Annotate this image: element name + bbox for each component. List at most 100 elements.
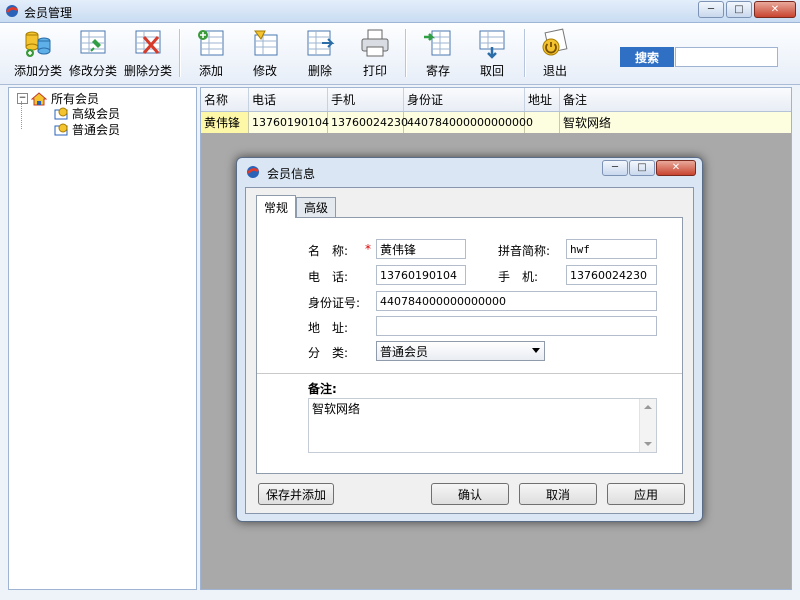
column-header-note[interactable]: 备注 bbox=[560, 88, 791, 111]
ok-button[interactable]: 确认 bbox=[431, 483, 509, 505]
pinyin-label: 拼音简称: bbox=[498, 244, 551, 258]
main-window: 会员管理 ─ □ ✕ 添加分类 修改分类 删除分类 添加 修改 删除 打印 寄存… bbox=[0, 0, 800, 600]
tree-item-label: 高级会员 bbox=[72, 107, 121, 121]
delete-label: 删除 bbox=[307, 64, 332, 78]
name-label: 名 称: bbox=[308, 244, 349, 258]
add-record-icon bbox=[198, 30, 224, 56]
dialog-title-bar: 会员信息 ─ □ ✕ bbox=[237, 158, 702, 185]
required-marker: * bbox=[365, 242, 371, 256]
add-button[interactable]: 添加 bbox=[196, 27, 226, 81]
minimize-icon: ─ bbox=[707, 3, 715, 15]
maximize-icon: □ bbox=[734, 3, 744, 15]
delete-button[interactable]: 删除 bbox=[305, 27, 335, 81]
save-and-add-button[interactable]: 保存并添加 bbox=[258, 483, 334, 505]
home-icon bbox=[31, 91, 47, 105]
app-logo-icon bbox=[6, 5, 18, 17]
note-scrollbar[interactable] bbox=[639, 399, 656, 452]
table-cell: 13760190104 bbox=[249, 112, 329, 133]
member-info-dialog: 会员信息 ─ □ ✕ 常规 高级 名 称: * 黄伟锋 拼音简称: hwf 电 … bbox=[236, 157, 703, 522]
retrieve-label: 取回 bbox=[479, 64, 504, 78]
close-icon: ✕ bbox=[770, 3, 780, 15]
dialog-tabs: 常规 高级 bbox=[256, 195, 337, 218]
table-cell: 黄伟锋 bbox=[201, 112, 249, 133]
maximize-button[interactable]: □ bbox=[726, 1, 752, 18]
search-input[interactable] bbox=[675, 47, 778, 67]
exit-icon bbox=[542, 28, 568, 56]
cancel-button[interactable]: 取消 bbox=[519, 483, 597, 505]
add-label: 添加 bbox=[198, 64, 223, 78]
edit-category-label: 修改分类 bbox=[69, 64, 118, 78]
add-category-label: 添加分类 bbox=[14, 64, 63, 78]
edit-button[interactable]: 修改 bbox=[250, 27, 280, 81]
dialog-close-button[interactable]: ✕ bbox=[656, 160, 696, 176]
chevron-down-icon bbox=[532, 348, 540, 353]
tree-item-premium[interactable]: 高级会员 bbox=[54, 105, 120, 122]
note-text: 智软网络 bbox=[312, 402, 361, 416]
category-select[interactable]: 普通会员 bbox=[376, 341, 545, 361]
tab-advanced[interactable]: 高级 bbox=[296, 197, 337, 217]
idcard-field[interactable]: 440784000000000000 bbox=[376, 291, 657, 311]
dialog-maximize-button[interactable]: □ bbox=[629, 160, 655, 176]
title-bar: 会员管理 ─ □ ✕ bbox=[0, 0, 800, 23]
column-header-mobile[interactable]: 手机 bbox=[328, 88, 404, 111]
delete-category-button[interactable]: 删除分类 bbox=[124, 27, 172, 81]
table-row[interactable]: 黄伟锋 13760190104 13760024230 440784000000… bbox=[201, 112, 791, 133]
category-select-value: 普通会员 bbox=[380, 344, 429, 359]
address-label: 地 址: bbox=[308, 321, 349, 335]
table-cell: 智软网络 bbox=[563, 116, 612, 130]
dialog-minimize-button[interactable]: ─ bbox=[602, 160, 628, 176]
delete-category-icon bbox=[135, 30, 161, 54]
delete-record-icon bbox=[307, 30, 335, 56]
scroll-down-icon[interactable] bbox=[644, 442, 652, 446]
mobile-label: 手 机: bbox=[498, 270, 539, 284]
deposit-button[interactable]: 寄存 bbox=[423, 27, 453, 81]
column-header-name[interactable]: 名称 bbox=[201, 88, 249, 111]
print-label: 打印 bbox=[362, 64, 387, 78]
member-group-icon bbox=[54, 107, 68, 119]
deposit-icon bbox=[424, 30, 451, 56]
member-group-icon bbox=[54, 123, 68, 135]
column-header-idcard[interactable]: 身份证 bbox=[404, 88, 525, 111]
tree-item-label: 普通会员 bbox=[72, 123, 121, 137]
dialog-title: 会员信息 bbox=[267, 167, 316, 181]
name-field[interactable]: 黄伟锋 bbox=[376, 239, 466, 259]
tree-line bbox=[21, 101, 23, 129]
close-button[interactable]: ✕ bbox=[754, 1, 796, 18]
retrieve-button[interactable]: 取回 bbox=[477, 27, 507, 81]
tree-item-regular[interactable]: 普通会员 bbox=[54, 121, 120, 138]
member-category-tree: − 所有会员 高级会员 普通会员 bbox=[8, 87, 197, 590]
minimize-icon: ─ bbox=[611, 162, 619, 173]
column-header-address[interactable]: 地址 bbox=[525, 88, 560, 111]
note-label: 备注: bbox=[308, 382, 337, 396]
toolbar-separator bbox=[179, 29, 181, 77]
edit-category-button[interactable]: 修改分类 bbox=[69, 27, 117, 81]
tab-general[interactable]: 常规 bbox=[256, 195, 297, 218]
address-field[interactable] bbox=[376, 316, 657, 336]
exit-button[interactable]: 退出 bbox=[540, 27, 570, 81]
phone-field[interactable]: 13760190104 bbox=[376, 265, 466, 285]
table-cell: 440784000000000000 bbox=[404, 112, 533, 133]
scroll-up-icon[interactable] bbox=[644, 405, 652, 409]
mobile-field[interactable]: 13760024230 bbox=[566, 265, 657, 285]
column-header-phone[interactable]: 电话 bbox=[249, 88, 328, 111]
pinyin-field[interactable]: hwf bbox=[566, 239, 657, 259]
edit-category-icon bbox=[80, 30, 106, 54]
retrieve-icon bbox=[479, 30, 505, 59]
phone-label: 电 话: bbox=[308, 270, 349, 284]
close-icon: ✕ bbox=[671, 162, 681, 173]
toolbar-separator bbox=[405, 29, 407, 77]
edit-record-icon bbox=[254, 30, 278, 56]
delete-category-label: 删除分类 bbox=[124, 64, 173, 78]
note-textarea[interactable]: 智软网络 bbox=[308, 398, 657, 453]
print-button[interactable]: 打印 bbox=[360, 27, 390, 81]
toolbar: 添加分类 修改分类 删除分类 添加 修改 删除 打印 寄存 取回 退出 搜索 bbox=[0, 23, 800, 85]
search-label: 搜索 bbox=[620, 47, 674, 67]
apply-button[interactable]: 应用 bbox=[607, 483, 685, 505]
table-header: 名称 电话 手机 身份证 地址 备注 bbox=[201, 88, 791, 112]
add-category-button[interactable]: 添加分类 bbox=[14, 27, 62, 81]
window-title: 会员管理 bbox=[24, 6, 73, 20]
deposit-label: 寄存 bbox=[425, 64, 450, 78]
minimize-button[interactable]: ─ bbox=[698, 1, 724, 18]
table-cell bbox=[525, 112, 560, 133]
toolbar-separator bbox=[524, 29, 526, 77]
